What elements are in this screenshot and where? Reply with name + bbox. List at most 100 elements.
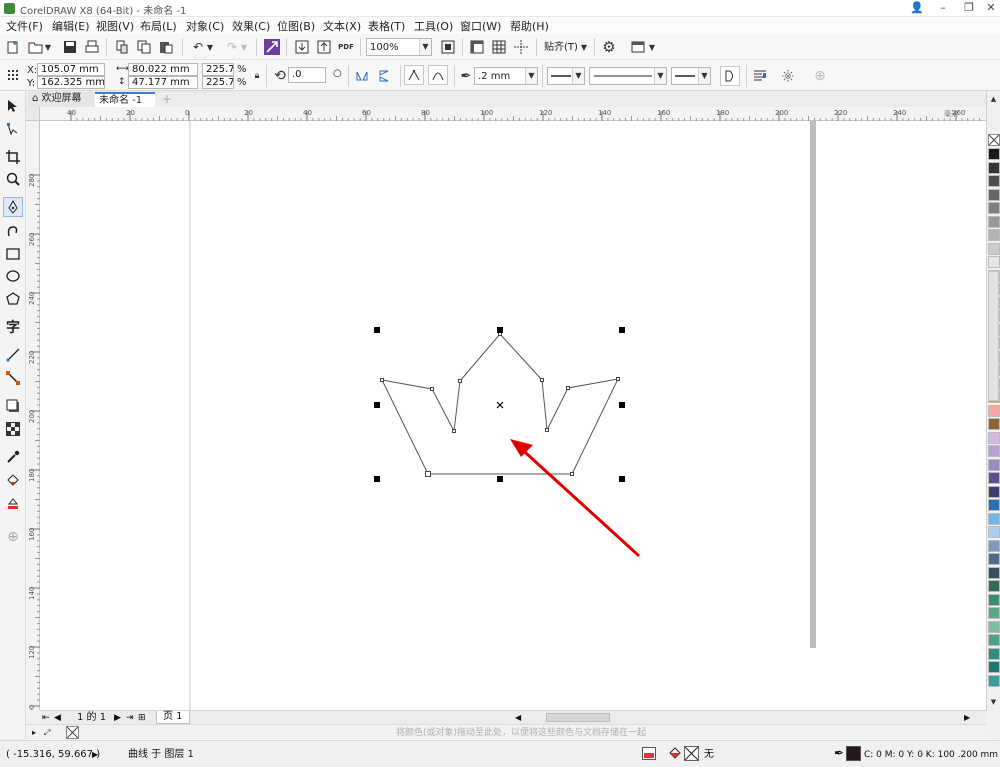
color-swatch[interactable] xyxy=(988,472,1000,484)
print-icon[interactable] xyxy=(82,37,102,57)
color-swatch[interactable] xyxy=(988,661,1000,673)
paste-icon[interactable] xyxy=(156,37,176,57)
color-swatch[interactable] xyxy=(988,634,1000,646)
resize-handle[interactable] xyxy=(374,476,380,482)
resize-handle[interactable] xyxy=(619,476,625,482)
color-proof-icon[interactable] xyxy=(642,747,656,760)
scroll-right-icon[interactable]: ▶ xyxy=(964,712,970,724)
height-field[interactable]: 47.177 mm xyxy=(128,76,198,89)
color-swatch[interactable] xyxy=(988,647,1000,660)
color-swatch[interactable] xyxy=(988,202,1000,214)
resize-handle[interactable] xyxy=(619,327,625,333)
start-arrowhead-select[interactable]: ▼ xyxy=(547,67,585,85)
menu-edit[interactable]: 编辑(E) xyxy=(52,18,90,34)
next-page-icon[interactable]: ▶ xyxy=(114,712,121,724)
color-swatch[interactable] xyxy=(988,188,1000,201)
status-expand-icon[interactable]: ▶ xyxy=(92,749,98,761)
menu-view[interactable]: 视图(V) xyxy=(96,18,134,34)
close-curve-icon[interactable] xyxy=(720,66,740,86)
color-swatch[interactable] xyxy=(988,404,1000,417)
ellipse-tool-icon[interactable] xyxy=(3,266,23,286)
resize-handle[interactable] xyxy=(374,402,380,408)
curve-node[interactable] xyxy=(616,377,620,381)
scroll-left-icon[interactable]: ◀ xyxy=(515,712,521,724)
width-field[interactable]: 80.022 mm xyxy=(128,63,198,76)
zoom-level-select[interactable]: 100% ▼ xyxy=(366,38,432,56)
horizontal-ruler[interactable]: 40 20 0 20 40 60 80 100 120 140 160 180 200 220 240 260… xyxy=(26,107,986,121)
app-launcher-icon[interactable] xyxy=(628,37,648,57)
wrap-text-icon[interactable] xyxy=(750,66,770,86)
y-position-field[interactable]: 162.325 mm xyxy=(37,76,105,89)
quick-trace-icon[interactable] xyxy=(778,66,798,86)
menu-table[interactable]: 表格(T) xyxy=(368,18,405,34)
color-swatch[interactable] xyxy=(988,431,1000,444)
rectangle-tool-icon[interactable] xyxy=(3,244,23,264)
color-swatch[interactable] xyxy=(988,593,1000,606)
zoom-tool-icon[interactable] xyxy=(3,169,23,189)
curve-node[interactable] xyxy=(570,472,574,476)
prev-page-icon[interactable]: ◀ xyxy=(54,712,61,724)
minimize-button[interactable]: – xyxy=(930,0,956,17)
polygon-tool-icon[interactable] xyxy=(3,289,23,309)
customize-toolbox-icon[interactable]: ⊕ xyxy=(3,527,23,547)
color-swatch[interactable] xyxy=(988,458,1000,471)
color-swatch[interactable] xyxy=(988,148,1000,160)
resize-handle[interactable] xyxy=(374,327,380,333)
undo-dropdown-icon[interactable]: ▼ xyxy=(204,37,216,57)
smooth-nodes-icon[interactable] xyxy=(428,65,448,85)
color-swatch[interactable] xyxy=(988,161,1000,174)
show-guidelines-icon[interactable] xyxy=(511,37,531,57)
ruler-origin-corner[interactable] xyxy=(26,107,40,121)
curve-node[interactable] xyxy=(452,429,456,433)
snap-to-label[interactable]: 贴齐(T) xyxy=(544,42,578,53)
connector-tool-icon[interactable] xyxy=(3,368,23,388)
smart-fill-tool-icon[interactable] xyxy=(3,493,23,513)
object-origin-icon[interactable] xyxy=(3,65,23,85)
parallel-dimension-tool-icon[interactable] xyxy=(3,345,23,365)
import-icon[interactable] xyxy=(292,37,312,57)
outline-color-swatch[interactable] xyxy=(846,746,861,761)
color-swatch[interactable] xyxy=(988,418,1000,430)
color-swatch[interactable] xyxy=(988,499,1000,511)
first-page-icon[interactable]: ⇤ xyxy=(42,712,50,724)
color-swatch[interactable] xyxy=(988,512,1000,525)
color-swatch[interactable] xyxy=(988,620,1000,633)
copy-icon[interactable] xyxy=(134,37,154,57)
color-swatch[interactable] xyxy=(988,566,1000,579)
close-button[interactable]: ✕ xyxy=(978,0,1000,17)
resize-handle[interactable] xyxy=(497,476,503,482)
x-position-field[interactable]: 105.07 mm xyxy=(37,63,105,76)
menu-bitmap[interactable]: 位图(B) xyxy=(277,18,315,34)
tab-document[interactable]: 未命名 -1 xyxy=(95,92,155,107)
color-swatch[interactable] xyxy=(988,580,1000,592)
tab-welcome-screen[interactable]: ⌂ 欢迎屏幕 xyxy=(28,92,94,107)
color-swatch[interactable] xyxy=(988,526,1000,538)
eyedropper-small-icon[interactable]: ⤢ xyxy=(44,727,50,739)
lock-ratio-icon[interactable]: 🔒︎ xyxy=(247,66,267,86)
menu-layout[interactable]: 布局(L) xyxy=(140,18,177,34)
menu-file[interactable]: 文件(F) xyxy=(6,18,43,34)
launcher-dropdown-icon[interactable]: ▼ xyxy=(646,37,658,57)
add-page-icon[interactable]: ⊞ xyxy=(138,712,146,724)
color-swatch[interactable] xyxy=(988,445,1000,457)
horizontal-scrollbar-thumb[interactable] xyxy=(546,713,610,722)
color-swatch[interactable] xyxy=(988,242,1000,255)
cut-icon[interactable] xyxy=(112,37,132,57)
menu-help[interactable]: 帮助(H) xyxy=(510,18,549,34)
palette-scroll-down-icon[interactable]: ▼ xyxy=(987,697,1000,707)
no-color-swatch[interactable] xyxy=(66,726,79,739)
show-rulers-icon[interactable] xyxy=(467,37,487,57)
color-swatch[interactable] xyxy=(988,485,1000,498)
menu-tools[interactable]: 工具(O) xyxy=(414,18,453,34)
curve-node[interactable] xyxy=(380,378,384,382)
mirror-horizontal-icon[interactable] xyxy=(352,66,372,86)
publish-pdf-icon[interactable]: PDF xyxy=(336,37,356,57)
drawing-canvas[interactable] xyxy=(40,121,986,710)
color-swatch[interactable] xyxy=(988,607,1000,619)
resize-handle[interactable] xyxy=(497,327,503,333)
fill-none-swatch[interactable] xyxy=(684,746,699,761)
text-tool-icon[interactable]: 字 xyxy=(3,317,23,337)
color-eyedropper-tool-icon[interactable] xyxy=(3,447,23,467)
color-swatch[interactable] xyxy=(988,553,1000,565)
color-swatch[interactable] xyxy=(988,229,1000,241)
